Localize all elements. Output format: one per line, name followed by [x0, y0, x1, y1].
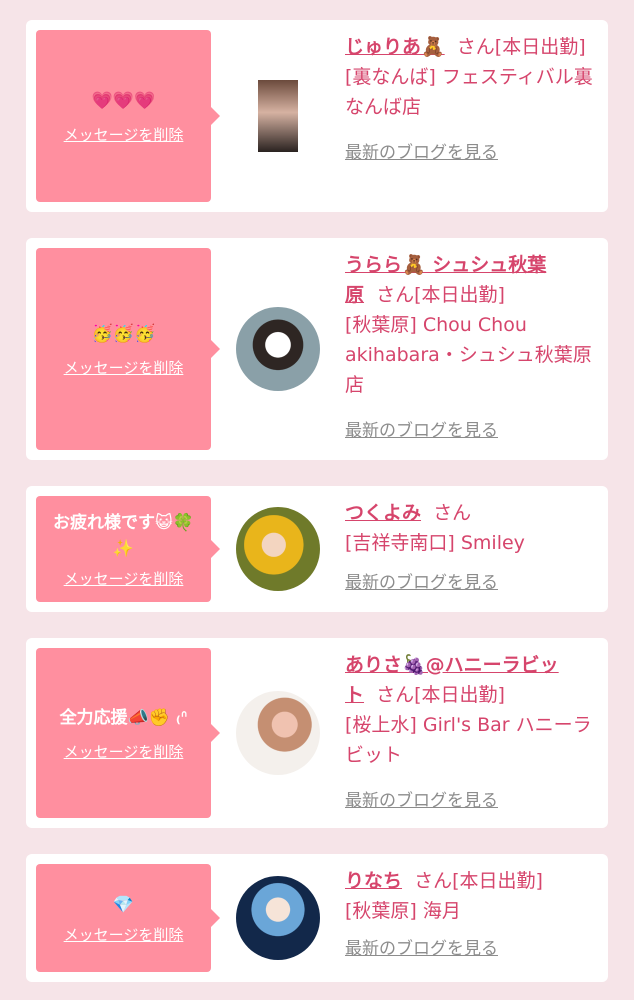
message-text: お疲れ様です😺🍀✨	[53, 512, 194, 559]
message-card: 全力応援📣✊ ₍ᐢ メッセージを削除 ありさ🍇@ハニーラビット さん[本日出勤]…	[26, 638, 608, 828]
message-card: 💗💗💗 メッセージを削除 じゅりあ🧸 さん[本日出勤] [裏なんば] フェスティ…	[26, 20, 608, 212]
cast-name-link[interactable]: つくよみ	[345, 502, 421, 524]
delete-message-link[interactable]: メッセージを削除	[64, 568, 184, 589]
avatar[interactable]	[236, 691, 320, 775]
avatar[interactable]	[236, 507, 320, 591]
status-badge: [本日出勤]	[414, 684, 505, 706]
shop-label: [吉祥寺南口] Smiley	[345, 532, 525, 554]
message-card: 💎 メッセージを削除 りなち さん[本日出勤] [秋葉原] 海月 最新のブログを…	[26, 854, 608, 982]
message-bubble: お疲れ様です😺🍀✨ メッセージを削除	[36, 496, 220, 602]
message-list: 💗💗💗 メッセージを削除 じゅりあ🧸 さん[本日出勤] [裏なんば] フェスティ…	[0, 0, 634, 982]
latest-blog-link[interactable]: 最新のブログを見る	[345, 416, 498, 446]
honorific: さん	[456, 36, 495, 58]
cast-info: つくよみ さん [吉祥寺南口] Smiley 最新のブログを見る	[345, 486, 608, 610]
avatar[interactable]	[258, 80, 298, 152]
latest-blog-link[interactable]: 最新のブログを見る	[345, 786, 498, 816]
avatar-container	[211, 854, 345, 982]
cast-name-link[interactable]: じゅりあ🧸	[345, 36, 445, 58]
avatar-container	[211, 238, 345, 460]
latest-blog-link[interactable]: 最新のブログを見る	[345, 568, 498, 598]
avatar[interactable]	[236, 876, 320, 960]
message-text: 💎	[112, 894, 135, 915]
honorific: さん	[376, 284, 415, 306]
message-bubble: 💎 メッセージを削除	[36, 864, 220, 972]
message-bubble: 💗💗💗 メッセージを削除	[36, 30, 220, 202]
delete-message-link[interactable]: メッセージを削除	[64, 357, 184, 378]
latest-blog-link[interactable]: 最新のブログを見る	[345, 934, 498, 964]
delete-message-link[interactable]: メッセージを削除	[64, 741, 184, 762]
shop-label: [裏なんば] フェスティバル裏なんば店	[345, 66, 593, 118]
avatar-container	[211, 486, 345, 612]
message-card: 🥳🥳🥳 メッセージを削除 うらら🧸 シュシュ秋葉原 さん[本日出勤] [秋葉原]…	[26, 238, 608, 460]
latest-blog-link[interactable]: 最新のブログを見る	[345, 138, 498, 168]
message-text: 全力応援📣✊ ₍ᐢ	[59, 707, 188, 728]
shop-label: [桜上水] Girl's Bar ハニーラビット	[345, 714, 592, 766]
status-badge: [本日出勤]	[452, 870, 543, 892]
message-bubble: 全力応援📣✊ ₍ᐢ メッセージを削除	[36, 648, 220, 818]
message-text: 💗💗💗	[91, 90, 156, 111]
honorific: さん	[414, 870, 453, 892]
shop-label: [秋葉原] Chou Chou akihabara・シュシュ秋葉原店	[345, 314, 592, 396]
status-badge: [本日出勤]	[494, 36, 586, 58]
avatar[interactable]	[236, 307, 320, 391]
avatar-container	[211, 20, 345, 212]
cast-info: うらら🧸 シュシュ秋葉原 さん[本日出勤] [秋葉原] Chou Chou ak…	[345, 238, 608, 458]
avatar-container	[211, 638, 345, 828]
delete-message-link[interactable]: メッセージを削除	[64, 924, 184, 945]
message-bubble: 🥳🥳🥳 メッセージを削除	[36, 248, 220, 450]
cast-name-link[interactable]: りなち	[345, 870, 402, 892]
message-card: お疲れ様です😺🍀✨ メッセージを削除 つくよみ さん [吉祥寺南口] Smile…	[26, 486, 608, 612]
cast-info: じゅりあ🧸 さん[本日出勤] [裏なんば] フェスティバル裏なんば店 最新のブロ…	[345, 20, 608, 180]
honorific: さん	[376, 684, 415, 706]
message-text: 🥳🥳🥳	[91, 323, 156, 344]
delete-message-link[interactable]: メッセージを削除	[64, 124, 184, 145]
shop-label: [秋葉原] 海月	[345, 900, 461, 922]
status-badge: [本日出勤]	[414, 284, 505, 306]
cast-info: ありさ🍇@ハニーラビット さん[本日出勤] [桜上水] Girl's Bar ハ…	[345, 638, 608, 828]
cast-info: りなち さん[本日出勤] [秋葉原] 海月 最新のブログを見る	[345, 854, 608, 976]
honorific: さん	[433, 502, 472, 524]
